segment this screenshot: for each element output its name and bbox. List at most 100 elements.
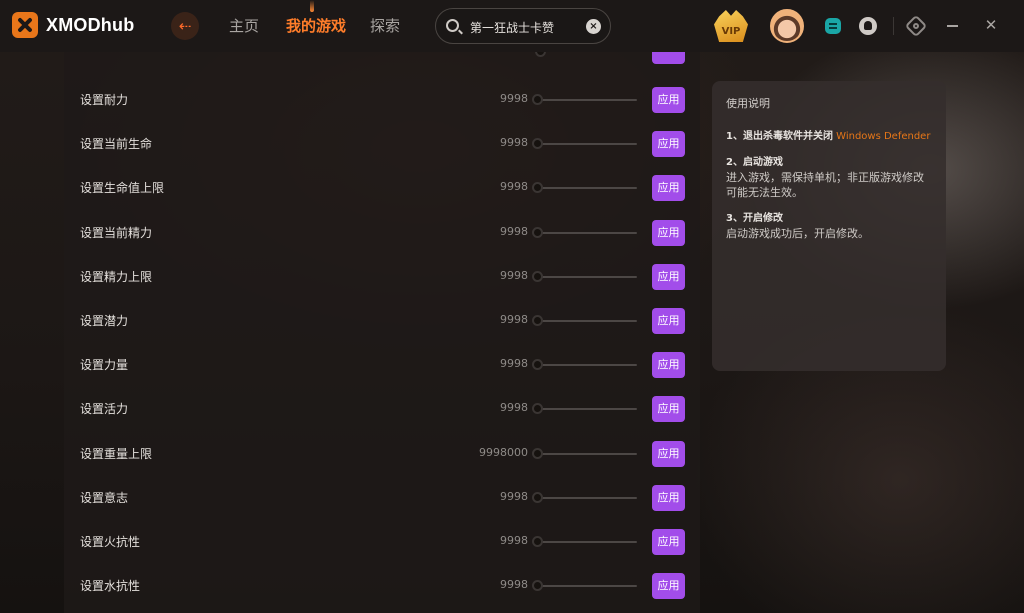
cheat-list[interactable]: 设置耐力 9998 应用 设置当前生命 9998 应用 设置生命值上限 9998 应用 设置当前精… — [64, 52, 700, 613]
toolbar-divider — [893, 17, 894, 35]
value-slider[interactable] — [537, 496, 637, 499]
app-logo: XMODhub — [12, 12, 134, 38]
cheat-label: 设置重量上限 — [80, 446, 153, 461]
cheat-row: 设置力量 9998 应用 — [64, 343, 700, 387]
slider-thumb[interactable] — [532, 226, 543, 238]
minimize-icon[interactable] — [947, 25, 958, 27]
slider-thumb[interactable] — [532, 138, 543, 150]
cheat-label: 设置水抗性 — [80, 579, 141, 594]
apply-button[interactable]: 应用 — [652, 573, 685, 600]
back-button[interactable]: ⇠ — [171, 12, 199, 40]
cheat-label: 设置活力 — [80, 402, 129, 417]
slider-thumb[interactable] — [532, 447, 543, 459]
cheat-value: 9998 — [500, 136, 528, 150]
cheat-label: 设置火抗性 — [80, 535, 141, 549]
avatar[interactable] — [770, 9, 804, 43]
value-slider[interactable] — [537, 364, 637, 367]
instruction-step-2: 2、启动游戏 进入游戏，需保持单机；非正版游戏修改可能无法生效。 — [726, 156, 932, 200]
slider-thumb[interactable] — [532, 182, 543, 194]
slider-thumb[interactable] — [535, 52, 546, 57]
cheat-value: 9998 — [500, 268, 528, 282]
value-slider[interactable] — [537, 99, 637, 101]
community-icon[interactable] — [859, 17, 877, 35]
cheat-value: 9998 — [500, 489, 528, 503]
cheat-row: 设置潜力 9998 应用 — [64, 299, 700, 343]
vip-label: VIP — [721, 26, 741, 37]
cheat-row: 设置耐力 9998 应用 — [64, 78, 700, 122]
windows-defender-link: Windows Defender — [836, 131, 931, 142]
slider-thumb[interactable] — [532, 315, 543, 326]
apply-button[interactable]: 应用 — [652, 87, 685, 113]
apply-button[interactable]: 应用 — [652, 440, 685, 467]
nav-explore[interactable]: 探索 — [370, 15, 400, 36]
slider-thumb[interactable] — [532, 94, 543, 105]
apply-button[interactable]: 应用 — [652, 263, 685, 290]
apply-button[interactable]: 应用 — [652, 175, 685, 202]
search-icon — [446, 19, 459, 32]
cheat-value: 9998 — [500, 224, 528, 238]
cheat-label: 设置耐力 — [80, 93, 129, 107]
close-icon[interactable]: ✕ — [981, 15, 1001, 35]
step-2-body: 进入游戏，需保持单机；非正版游戏修改可能无法生效。 — [726, 171, 924, 199]
step-3-heading: 3、开启修改 — [726, 213, 783, 224]
instructions-panel: 使用说明 1、退出杀毒软件并关闭 Windows Defender 2、启动游戏… — [712, 81, 946, 371]
cheat-label: 设置当前精力 — [80, 225, 153, 240]
slider-thumb[interactable] — [532, 580, 543, 592]
apply-button[interactable]: 应用 — [652, 484, 685, 511]
slider-thumb[interactable] — [532, 403, 543, 415]
list-app-icon[interactable] — [825, 18, 841, 34]
search-input[interactable] — [470, 18, 580, 36]
apply-button[interactable] — [652, 52, 685, 64]
value-slider[interactable] — [537, 452, 637, 455]
slider-thumb[interactable] — [532, 536, 543, 547]
apply-button[interactable]: 应用 — [652, 396, 685, 423]
apply-button[interactable]: 应用 — [652, 219, 685, 246]
cheat-row: 设置火抗性 9998 应用 — [64, 520, 700, 564]
value-slider[interactable] — [537, 541, 637, 543]
value-slider[interactable] — [537, 231, 637, 234]
vip-badge-icon[interactable]: VIP — [714, 10, 748, 42]
step-2-heading: 2、启动游戏 — [726, 157, 783, 168]
value-slider[interactable] — [537, 585, 637, 588]
apply-button[interactable]: 应用 — [652, 131, 685, 158]
cheat-row: 设置当前生命 9998 应用 — [64, 122, 700, 166]
nav-home[interactable]: 主页 — [229, 15, 259, 36]
value-slider[interactable] — [537, 187, 637, 190]
settings-icon[interactable] — [904, 14, 928, 38]
top-bar: XMODhub ⇠ 主页 我的游戏 探索 × VIP ✕ — [0, 0, 1024, 52]
slider-thumb[interactable] — [532, 359, 543, 371]
cheat-value: 9998 — [500, 92, 528, 105]
cheat-value: 9998 — [500, 180, 528, 194]
cheat-row: 设置水抗性 9998 应用 — [64, 564, 700, 608]
value-slider[interactable] — [537, 143, 637, 146]
cheat-label: 设置潜力 — [80, 314, 129, 328]
cheat-row: 设置意志 9998 应用 — [64, 476, 700, 520]
back-arrow-icon: ⇠ — [178, 17, 192, 35]
slider-thumb[interactable] — [532, 491, 543, 503]
value-slider[interactable] — [537, 408, 637, 411]
cheat-label: 设置生命值上限 — [80, 181, 165, 196]
active-nav-indicator — [310, 0, 314, 12]
apply-button[interactable]: 应用 — [652, 529, 685, 555]
cheat-value: 9998 — [500, 313, 528, 326]
cheat-value: 9998 — [500, 401, 528, 415]
value-slider[interactable] — [537, 275, 637, 278]
step-1-heading: 1、退出杀毒软件并关闭 — [726, 131, 833, 142]
xmod-logo-icon — [12, 12, 38, 38]
nav-my-games[interactable]: 我的游戏 — [286, 15, 346, 36]
cheat-value: 9998 — [500, 534, 528, 547]
clear-search-icon[interactable]: × — [586, 19, 601, 34]
cheat-value: 9998 — [500, 578, 528, 592]
instruction-step-3: 3、开启修改 启动游戏成功后，开启修改。 — [726, 212, 932, 241]
value-slider[interactable] — [537, 320, 637, 322]
cheat-value: 9998 — [500, 357, 528, 371]
search-box[interactable]: × — [435, 8, 611, 44]
cheat-label: 设置力量 — [80, 358, 129, 373]
app-name: XMODhub — [46, 14, 135, 35]
apply-button[interactable]: 应用 — [652, 308, 685, 334]
cheat-row: 设置精力上限 9998 应用 — [64, 255, 700, 299]
slider-thumb[interactable] — [532, 270, 543, 282]
apply-button[interactable]: 应用 — [652, 352, 685, 379]
cheat-value: 9998000 — [479, 445, 528, 459]
cheat-label: 设置意志 — [80, 490, 129, 505]
